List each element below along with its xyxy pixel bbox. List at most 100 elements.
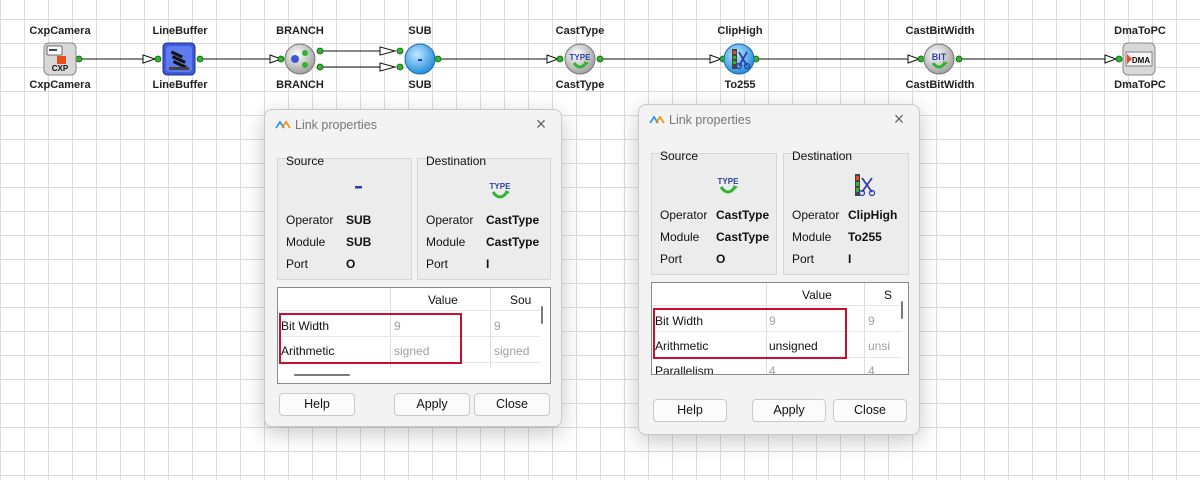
row-value-parallelism[interactable]: 4: [769, 364, 776, 374]
dma-text: DMA: [1132, 56, 1150, 65]
link-properties-dialog-2: Link properties × Source TYPE Operator C…: [638, 104, 920, 435]
destination-heading: Destination: [792, 149, 853, 163]
row-source-bit-width: 9: [868, 314, 875, 328]
node-label-linebuffer-bottom: LineBuffer: [152, 79, 208, 91]
close-button[interactable]: Close: [833, 399, 907, 422]
subtract-icon[interactable]: -: [403, 42, 437, 76]
link-properties-dialog-1: Link properties × Source Operator SUB Mo…: [264, 109, 562, 427]
dialog-title: Link properties: [295, 118, 377, 132]
source-port-label: Port: [286, 257, 309, 271]
branch-icon[interactable]: [283, 42, 317, 76]
node-label-castbitwidth-top: CastBitWidth: [905, 25, 975, 37]
column-header-source[interactable]: S: [884, 288, 892, 302]
highlight-box: [653, 308, 847, 359]
close-button[interactable]: Close: [474, 393, 550, 416]
destination-operator-label: Operator: [426, 213, 474, 227]
destination-operator-label: Operator: [792, 208, 840, 222]
node-label-casttype-bottom: CastType: [555, 79, 605, 91]
row-source-arithmetic: unsi: [868, 339, 891, 353]
horizontal-scrollbar[interactable]: [294, 374, 350, 376]
source-module-label: Module: [286, 235, 326, 249]
cxp-text: CXP: [52, 64, 69, 73]
node-label-cxpcamera-top: CxpCamera: [29, 25, 91, 37]
node-label-dmatopc-bottom: DmaToPC: [1114, 79, 1166, 91]
source-port-label: Port: [660, 252, 683, 266]
dma-to-pc-icon[interactable]: DMA: [1122, 42, 1156, 76]
source-module-label: Module: [660, 230, 700, 244]
destination-module-label: Module: [792, 230, 832, 244]
destination-port-label: Port: [792, 252, 815, 266]
node-label-casttype-top: CastType: [555, 25, 605, 37]
cxp-camera-icon[interactable]: CXP: [43, 42, 77, 76]
node-label-branch-top: BRANCH: [276, 25, 324, 37]
dialog-title-bar[interactable]: Link properties ×: [639, 105, 919, 135]
destination-heading: Destination: [426, 154, 487, 168]
help-button[interactable]: Help: [653, 399, 727, 422]
clip-icon: [852, 172, 876, 201]
row-source-bit-width: 9: [494, 319, 501, 333]
destination-port-label: Port: [426, 257, 449, 271]
destination-group: Destination TYPE Operator CastType Modul…: [417, 154, 551, 280]
node-label-linebuffer-top: LineBuffer: [152, 25, 208, 37]
source-port-value: O: [346, 257, 356, 271]
row-source-parallelism: 4: [868, 364, 875, 375]
bit-text: BIT: [932, 52, 947, 62]
source-heading: Source: [660, 149, 699, 163]
type-text: TYPE: [570, 53, 592, 62]
apply-button[interactable]: Apply: [752, 399, 826, 422]
source-operator-label: Operator: [660, 208, 708, 222]
destination-module-value: CastType: [486, 235, 540, 249]
node-label-castbitwidth-bottom: CastBitWidth: [905, 79, 975, 91]
minus-text: -: [418, 51, 423, 68]
node-label-dmatopc-top: DmaToPC: [1114, 25, 1166, 37]
source-module-value: SUB: [346, 235, 372, 249]
dialog-title-bar[interactable]: Link properties ×: [265, 110, 561, 140]
node-label-cliphigh-bottom: To255: [724, 79, 756, 91]
column-header-value[interactable]: Value: [802, 288, 832, 302]
type-text: TYPE: [490, 182, 512, 191]
destination-group: Destination Operator ClipHigh Module To2…: [783, 149, 909, 275]
type-text: TYPE: [718, 177, 740, 186]
clip-high-icon[interactable]: [722, 42, 756, 76]
destination-operator-value: CastType: [486, 213, 540, 227]
destination-module-value: To255: [848, 230, 882, 244]
vertical-scrollbar[interactable]: [901, 301, 903, 319]
cast-type-icon[interactable]: TYPE: [563, 42, 597, 76]
node-label-sub-top: SUB: [408, 25, 432, 37]
source-operator-label: Operator: [286, 213, 334, 227]
link-properties-table[interactable]: Value Sou Bit Width 9 9 Arithmetic signe…: [277, 287, 551, 384]
design-canvas[interactable]: CxpCamera CxpCamera LineBuffer LineBuffe…: [0, 0, 1200, 480]
source-operator-value: CastType: [716, 208, 770, 222]
column-header-source[interactable]: Sou: [510, 293, 531, 307]
destination-module-label: Module: [426, 235, 466, 249]
type-icon: TYPE: [486, 181, 514, 206]
minus-icon: [355, 179, 363, 193]
type-icon: TYPE: [714, 176, 742, 201]
help-button[interactable]: Help: [279, 393, 355, 416]
source-heading: Source: [286, 154, 325, 168]
source-port-value: O: [716, 252, 726, 266]
link-properties-table[interactable]: Value S Bit Width 9 9 Arithmetic unsigne…: [651, 282, 909, 375]
destination-port-value: I: [848, 252, 852, 266]
line-buffer-icon[interactable]: [162, 42, 196, 76]
source-module-value: CastType: [716, 230, 770, 244]
apply-button[interactable]: Apply: [394, 393, 470, 416]
source-operator-value: SUB: [346, 213, 372, 227]
dialog-title: Link properties: [669, 113, 751, 127]
app-logo-icon: [275, 119, 291, 133]
vertical-scrollbar[interactable]: [541, 306, 543, 324]
row-source-arithmetic: signed: [494, 344, 530, 358]
row-name-parallelism: Parallelism: [655, 364, 714, 375]
highlight-box: [279, 313, 462, 364]
destination-operator-value: ClipHigh: [848, 208, 898, 222]
column-header-value[interactable]: Value: [428, 293, 458, 307]
cast-bit-width-icon[interactable]: BIT: [922, 42, 956, 76]
node-label-sub-bottom: SUB: [408, 79, 432, 91]
node-label-cxpcamera-bottom: CxpCamera: [29, 79, 91, 91]
node-label-cliphigh-top: ClipHigh: [717, 25, 763, 37]
source-group: Source Operator SUB Module SUB Port O: [277, 154, 412, 280]
destination-port-value: I: [486, 257, 490, 271]
source-group: Source TYPE Operator CastType Module Cas…: [651, 149, 777, 275]
close-icon[interactable]: ×: [529, 113, 553, 135]
close-icon[interactable]: ×: [887, 108, 911, 130]
